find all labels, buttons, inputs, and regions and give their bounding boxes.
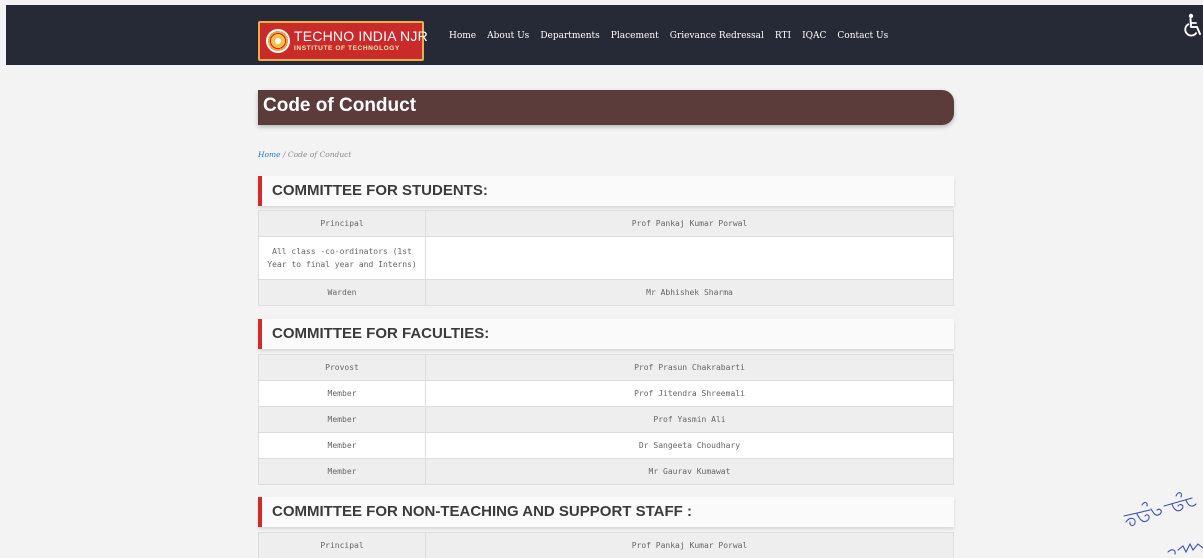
table-row: Principal Prof Pankaj Kumar Porwal xyxy=(258,532,954,558)
table-row: Member Prof Jitendra Shreemali xyxy=(258,380,954,407)
main-nav: Home About Us Departments Placement Grie… xyxy=(449,31,899,41)
role-cell: Principal xyxy=(258,532,426,558)
nav-grievance-redressal[interactable]: Grievance Redressal xyxy=(670,31,764,41)
section-heading-text: COMMITTEE FOR NON-TEACHING AND SUPPORT S… xyxy=(272,503,692,520)
role-cell: Member xyxy=(258,406,426,433)
role-cell: Member xyxy=(258,458,426,485)
breadcrumb: Home / Code of Conduct xyxy=(258,150,351,159)
breadcrumb-current: Code of Conduct xyxy=(287,150,352,159)
name-cell: Mr Gaurav Kumawat xyxy=(425,458,954,485)
section-heading-text: COMMITTEE FOR FACULTIES: xyxy=(272,325,490,342)
table-row: Warden Mr Abhishek Sharma xyxy=(258,279,954,306)
wheelchair-icon[interactable] xyxy=(1184,13,1203,37)
role-cell: Member xyxy=(258,380,426,407)
nav-iqac[interactable]: IQAC xyxy=(802,31,826,41)
section-heading-students: COMMITTEE FOR STUDENTS: xyxy=(258,176,954,206)
page-title-banner: Code of Conduct xyxy=(258,90,954,125)
table-row: Member Prof Yasmin Ali xyxy=(258,406,954,433)
nav-contact-us[interactable]: Contact Us xyxy=(837,31,888,41)
nav-placement[interactable]: Placement xyxy=(611,31,659,41)
name-cell: Prof Yasmin Ali xyxy=(425,406,954,433)
section-heading-text: COMMITTEE FOR STUDENTS: xyxy=(272,182,488,199)
nav-about-us[interactable]: About Us xyxy=(487,31,529,41)
breadcrumb-separator: / xyxy=(280,150,288,159)
name-cell xyxy=(425,236,954,280)
name-cell: Prof Pankaj Kumar Porwal xyxy=(425,210,954,237)
section-heading-non-teaching: COMMITTEE FOR NON-TEACHING AND SUPPORT S… xyxy=(258,497,954,527)
section-heading-faculties: COMMITTEE FOR FACULTIES: xyxy=(258,319,954,349)
logo-subtitle: INSTITUTE OF TECHNOLOGY xyxy=(294,45,400,52)
table-row: Member Dr Sangeeta Choudhary xyxy=(258,432,954,459)
name-cell: Dr Sangeeta Choudhary xyxy=(425,432,954,459)
role-cell: Provost xyxy=(258,354,426,381)
nav-departments[interactable]: Departments xyxy=(540,31,599,41)
committee-table-non-teaching: Principal Prof Pankaj Kumar Porwal xyxy=(258,532,954,558)
committee-table-faculties: Provost Prof Prasun Chakrabarti Member P… xyxy=(258,354,954,485)
name-cell: Prof Prasun Chakrabarti xyxy=(425,354,954,381)
institute-emblem-icon xyxy=(266,29,290,53)
name-cell: Prof Pankaj Kumar Porwal xyxy=(425,532,954,558)
table-row: Provost Prof Prasun Chakrabarti xyxy=(258,354,954,381)
page-title: Code of Conduct xyxy=(263,95,417,116)
handwritten-signature xyxy=(1120,470,1203,558)
role-cell: Principal xyxy=(258,210,426,237)
table-row: All class -co-ordinators (1st Year to fi… xyxy=(258,236,954,280)
committee-table-students: Principal Prof Pankaj Kumar Porwal All c… xyxy=(258,210,954,306)
site-logo[interactable]: TECHNO INDIA NJR INSTITUTE OF TECHNOLOGY xyxy=(258,21,428,61)
nav-home[interactable]: Home xyxy=(449,31,476,41)
nav-rti[interactable]: RTI xyxy=(775,31,791,41)
table-row: Principal Prof Pankaj Kumar Porwal xyxy=(258,210,954,237)
table-row: Member Mr Gaurav Kumawat xyxy=(258,458,954,485)
top-navbar: TECHNO INDIA NJR INSTITUTE OF TECHNOLOGY… xyxy=(6,5,1203,65)
name-cell: Mr Abhishek Sharma xyxy=(425,279,954,306)
name-cell: Prof Jitendra Shreemali xyxy=(425,380,954,407)
role-cell: Warden xyxy=(258,279,426,306)
role-cell: Member xyxy=(258,432,426,459)
role-cell: All class -co-ordinators (1st Year to fi… xyxy=(258,236,426,280)
logo-title: TECHNO INDIA NJR xyxy=(294,28,428,44)
breadcrumb-home-link[interactable]: Home xyxy=(258,150,281,159)
